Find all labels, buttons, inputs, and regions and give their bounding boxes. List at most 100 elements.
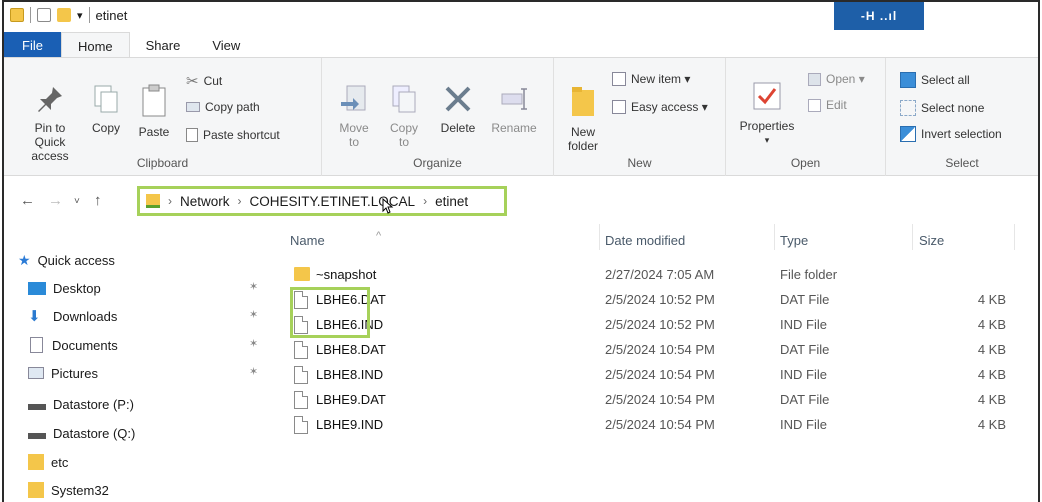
select-all-button[interactable]: Select all [900,72,970,88]
easy-access-button[interactable]: Easy access ▾ [612,100,708,114]
star-icon: ★ [18,251,31,268]
new-folder-qat-icon[interactable] [57,8,71,22]
sidebar-item[interactable]: Desktop [28,278,101,298]
new-item-button[interactable]: New item ▾ [612,72,690,86]
column-date-modified[interactable]: Date modified [605,233,685,248]
file-type: File folder [780,267,838,282]
pinned-icon[interactable]: ✶ [249,337,258,350]
file-row[interactable]: LBHE8.IND 2/5/2024 10:54 PM IND File 4 KB [290,364,1020,388]
select-none-button[interactable]: Select none [900,100,984,116]
file-date-modified: 2/5/2024 10:54 PM [605,367,715,382]
sidebar-item[interactable]: System32 [28,480,109,500]
file-date-modified: 2/5/2024 10:54 PM [605,417,715,432]
open-group-label: Open [790,156,821,170]
paste-button[interactable]: Paste [134,84,174,139]
sidebar-item[interactable]: ⬇ Downloads [28,306,117,326]
breadcrumb-network[interactable]: Network [180,194,230,209]
new-group: New folder New item ▾ Easy access ▾ New [554,58,726,176]
organize-group-label: Organize [413,156,462,170]
open-icon [808,72,821,86]
sort-ascending-icon: ^ [376,230,382,242]
pin-to-quick-access-button[interactable]: Pin to Quick access [18,84,82,163]
breadcrumb-etinet[interactable]: etinet [435,194,468,209]
quick-access-toolbar: ▾ etinet [10,7,127,23]
download-icon: ⬇ [28,308,41,325]
sidebar-item[interactable]: Documents [28,335,118,355]
file-type: DAT File [780,292,830,307]
sidebar-item-label: Quick access [37,252,115,268]
copy-button[interactable]: Copy [86,84,126,135]
drive-icon [28,433,46,439]
open-button[interactable]: Open ▾ [808,72,865,86]
scissors-icon: ✂ [186,73,199,90]
file-type: IND File [780,417,827,432]
file-row[interactable]: LBHE6.IND 2/5/2024 10:52 PM IND File 4 KB [290,314,1020,338]
sidebar-item-label: Datastore (P:) [53,396,134,412]
copy-path-button[interactable]: Copy path [186,100,260,114]
pinned-icon[interactable]: ✶ [249,365,258,378]
mouse-cursor-icon [382,198,394,214]
folder-icon [294,267,310,281]
sidebar-item[interactable]: Datastore (P:) [28,394,134,414]
breadcrumb[interactable]: › Network › COHESITY.ETINET.LOCAL › etin… [137,186,507,216]
column-name[interactable]: Name [290,233,325,248]
drive-icon [28,404,46,410]
file-name: ~snapshot [316,267,377,282]
file-type: DAT File [780,342,830,357]
customize-qat-icon[interactable]: ▾ [77,9,83,22]
properties-button[interactable]: Properties ▾ [736,80,798,147]
file-icon [294,391,308,409]
invert-selection-button[interactable]: Invert selection [900,126,1002,142]
move-to-button[interactable]: Move to [334,84,374,149]
sidebar-item[interactable]: Pictures [28,363,98,383]
edit-button[interactable]: Edit [808,98,847,112]
network-signal-indicator: -H ..ıl [834,2,924,30]
pinned-icon[interactable]: ✶ [249,308,258,321]
location-icon [146,194,160,208]
forward-arrow-icon[interactable]: → [48,192,63,209]
tab-file[interactable]: File [4,32,61,57]
paste-shortcut-button[interactable]: Paste shortcut [186,128,280,142]
tab-share[interactable]: Share [130,32,197,57]
window-title: etinet [95,7,128,23]
edit-icon [808,98,821,112]
file-row[interactable]: LBHE6.DAT 2/5/2024 10:52 PM DAT File 4 KB [290,289,1020,313]
file-row[interactable]: LBHE8.DAT 2/5/2024 10:54 PM DAT File 4 KB [290,339,1020,363]
file-date-modified: 2/5/2024 10:54 PM [605,392,715,407]
file-row[interactable]: LBHE9.DAT 2/5/2024 10:54 PM DAT File 4 KB [290,389,1020,413]
back-arrow-icon[interactable]: ← [20,192,35,209]
up-arrow-icon[interactable]: ↑ [94,192,102,209]
cut-button[interactable]: ✂ Cut [186,72,222,90]
delete-icon [445,86,471,112]
file-name: LBHE9.IND [316,417,384,432]
rename-icon [501,88,527,110]
copy-to-button[interactable]: Copy to [384,84,424,149]
pinned-icon[interactable]: ✶ [249,280,258,293]
tab-home[interactable]: Home [60,32,130,57]
delete-button[interactable]: Delete [434,84,482,135]
recent-locations-icon[interactable]: ˅ [74,196,80,207]
properties-qat-icon[interactable] [37,8,51,22]
file-row[interactable]: LBHE9.IND 2/5/2024 10:54 PM IND File 4 KB [290,414,1020,438]
file-row[interactable]: ~snapshot 2/27/2024 7:05 AM File folder [290,264,1020,288]
title-bar: ▾ etinet -H ..ıl [4,2,1038,32]
folder-icon [28,482,44,498]
easy-access-icon [612,100,626,114]
pin-icon [38,87,62,112]
file-date-modified: 2/5/2024 10:52 PM [605,292,715,307]
tab-view[interactable]: View [196,32,256,57]
app-icon [10,8,24,22]
file-size: 4 KB [977,392,1006,407]
column-size[interactable]: Size [919,233,944,248]
rename-button[interactable]: Rename [488,84,540,135]
sidebar-item[interactable]: Datastore (Q:) [28,423,135,443]
file-name: LBHE8.IND [316,367,384,382]
sidebar-item-label: Desktop [53,280,101,296]
new-item-icon [612,72,626,86]
file-date-modified: 2/27/2024 7:05 AM [605,267,715,282]
column-type[interactable]: Type [780,233,808,248]
sidebar-item[interactable]: etc [28,452,68,472]
new-folder-button[interactable]: New folder [562,84,604,153]
pictures-icon [28,367,44,379]
sidebar-item[interactable]: ★ Quick access [18,250,115,270]
